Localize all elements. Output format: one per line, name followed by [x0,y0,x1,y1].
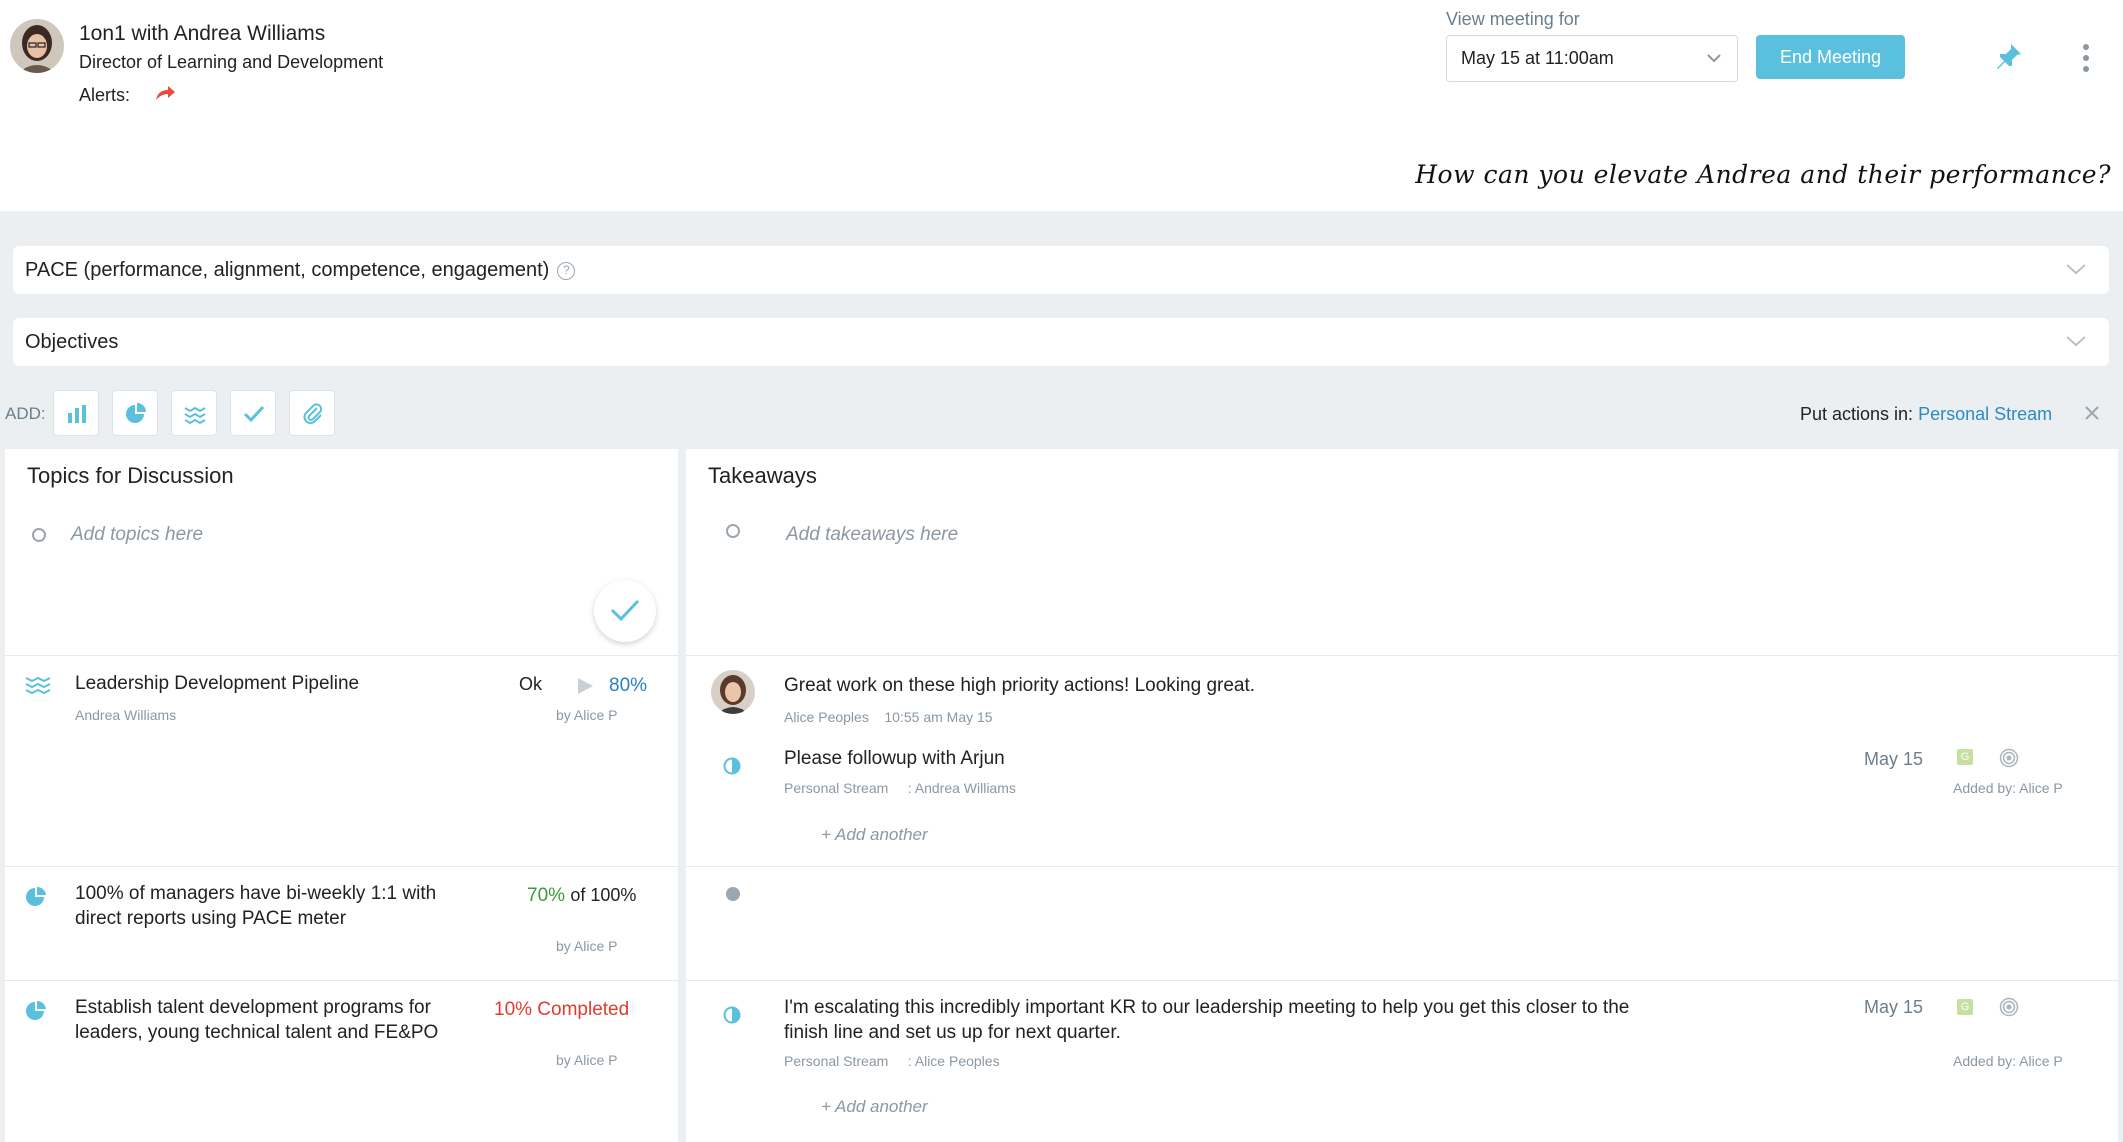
save-topic-button[interactable] [594,580,656,642]
empty-status-icon[interactable] [726,887,740,901]
coaching-tagline: How can you elevate Andrea and their per… [1415,160,2111,189]
waves-icon [184,406,206,425]
help-icon[interactable]: ? [557,261,576,280]
alerts-label: Alerts: [79,85,131,105]
meeting-date-select[interactable]: May 15 at 11:00am [1446,35,1738,82]
add-another-link[interactable]: + Add another [821,1097,928,1117]
add-another-link[interactable]: + Add another [821,825,928,845]
avatar [711,670,755,714]
key-result-icon [25,1000,47,1027]
divider [686,980,2118,981]
pace-section[interactable]: PACE (performance, alignment, competence… [13,246,2109,294]
topic-item-title[interactable]: Establish talent development programs fo… [75,995,438,1045]
topics-title: Topics for Discussion [27,463,234,488]
goal-tag-icon: G [1957,749,1973,765]
topic-item-title[interactable]: 100% of managers have bi-weekly 1:1 with… [75,881,436,931]
chevron-down-icon [2065,260,2087,283]
action-stream: Personal Stream : Andrea Williams [784,780,1016,796]
chevron-down-icon [1705,49,1723,72]
comment-text: Great work on these high priority action… [784,675,1256,696]
takeaways-title: Takeaways [708,463,817,488]
progress-value: 70% of 100% [527,885,637,906]
bar-chart-icon [68,405,86,423]
add-topics-input[interactable]: Add topics here [71,524,203,546]
pin-icon[interactable] [1995,42,2023,77]
action-stream: Personal Stream : Alice Peoples [784,1053,1000,1069]
add-objective-button[interactable] [171,390,217,436]
alert-arrow-icon[interactable] [154,84,176,107]
action-due-date[interactable]: May 15 [1864,749,1923,770]
play-icon [576,677,594,700]
divider [5,980,678,981]
added-by: by Alice P [556,938,618,954]
add-key-result-button[interactable] [112,390,158,436]
close-icon[interactable] [2083,404,2101,427]
action-item-title[interactable]: I'm escalating this incredibly important… [784,995,1629,1045]
view-meeting-label: View meeting for [1446,9,1580,29]
meeting-title: 1on1 with Andrea Williams [79,22,326,45]
meeting-header: 1on1 with Andrea Williams Director of Le… [0,0,2123,211]
add-label: ADD: [5,404,46,423]
divider [5,866,678,867]
add-action-button[interactable] [230,390,276,436]
pace-section-label: PACE (performance, alignment, competence… [25,259,576,282]
end-meeting-button[interactable]: End Meeting [1756,35,1905,79]
divider [686,655,2118,656]
person-role: Director of Learning and Development [79,52,384,72]
chevron-down-icon [2065,332,2087,355]
personal-stream-link[interactable]: Personal Stream [1918,404,2052,424]
key-result-icon [25,886,47,913]
topic-item-title[interactable]: Leadership Development Pipeline [75,671,359,696]
target-icon[interactable] [1999,997,2019,1022]
topic-owner: Andrea Williams [75,707,177,723]
added-by: by Alice P [556,707,618,723]
divider [686,866,2118,867]
check-icon [610,599,640,622]
check-icon [243,405,265,423]
half-circle-icon[interactable] [723,1006,741,1029]
more-options-icon[interactable] [2078,44,2094,74]
added-by: by Alice P [556,1052,618,1068]
add-takeaways-input[interactable]: Add takeaways here [786,524,958,546]
added-by: Added by: Alice P [1953,1053,2063,1069]
meeting-date-value: May 15 at 11:00am [1461,48,1614,68]
put-actions-in: Put actions in: Personal Stream [1800,404,2053,424]
progress-value: 10% Completed [494,999,630,1020]
target-icon[interactable] [1999,748,2019,773]
progress-percent: 80% [609,675,648,696]
divider [5,655,678,656]
paperclip-icon [303,403,323,424]
topic-radio-icon[interactable] [32,528,46,542]
objective-icon [25,674,51,699]
status-label: Ok [519,674,543,694]
add-kpi-button[interactable] [53,390,99,436]
added-by: Added by: Alice P [1953,780,2063,796]
pie-chart-icon [126,403,146,423]
objectives-section-label: Objectives [25,331,119,353]
half-circle-icon[interactable] [723,757,741,780]
objectives-section[interactable]: Objectives [13,318,2109,366]
takeaway-radio-icon[interactable] [726,524,740,538]
avatar [10,19,64,73]
add-attachment-button[interactable] [289,390,335,436]
action-due-date[interactable]: May 15 [1864,997,1923,1018]
goal-tag-icon: G [1957,999,1973,1015]
action-item-title[interactable]: Please followup with Arjun [784,746,1005,771]
comment-meta: Alice Peoples 10:55 am May 15 [784,709,993,725]
